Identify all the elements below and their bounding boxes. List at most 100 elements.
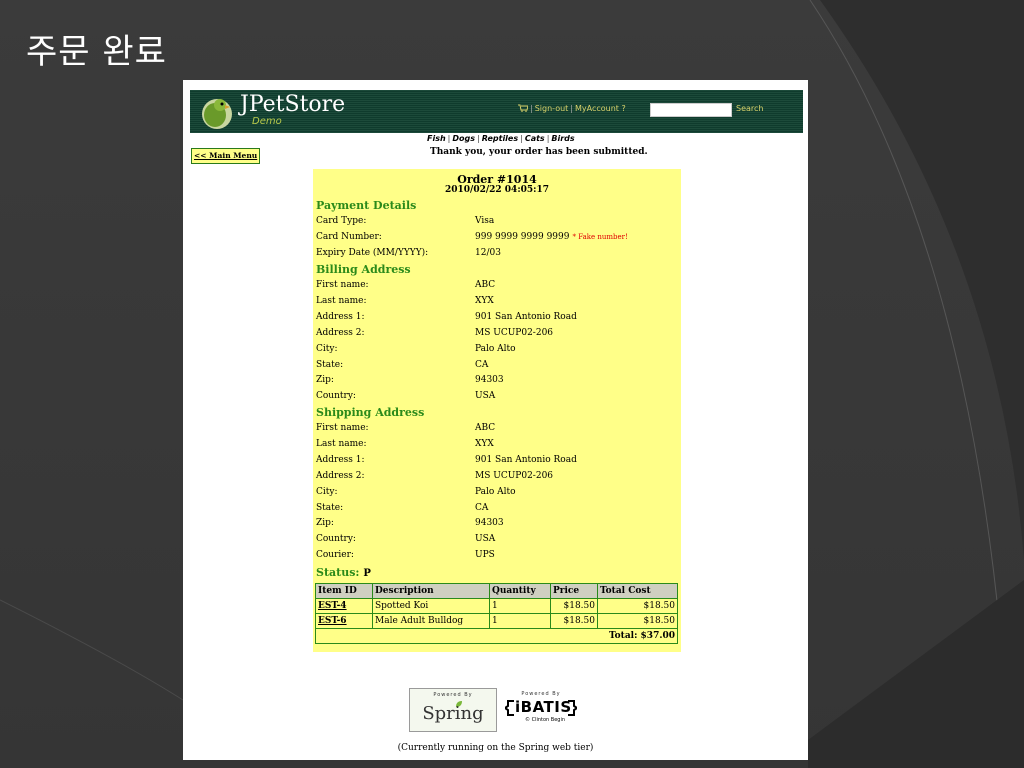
field-value: MS UCUP02-206 [475,328,554,338]
confirmation-message: Thank you, your order has been submitted… [430,147,648,157]
footer-note: (Currently running on the Spring web tie… [397,743,594,753]
field-value: XYX [475,296,494,306]
item-id-link[interactable]: EST-4 [315,598,373,614]
spring-wordmark: Spring [422,703,484,724]
shipping-row: Zip: 94303 [316,518,676,532]
shipping-row: City: Palo Alto [316,487,676,501]
shipping-row: Address 2: MS UCUP02-206 [316,471,676,485]
field-label: State: [316,503,344,513]
payment-row: Card Type: Visa [316,216,676,230]
my-account-link[interactable]: MyAccount [575,104,619,113]
column-header: Quantity [489,583,551,599]
search-input[interactable] [650,103,732,117]
field-value: XYX [475,439,494,449]
bracket-left-icon [505,700,514,716]
field-label: Card Number: [316,232,382,242]
item-price: $18.50 [550,598,598,614]
field-value: CA [475,503,489,513]
field-value: USA [475,391,496,401]
item-total-cost: $18.50 [597,598,678,614]
item-id-link[interactable]: EST-6 [315,613,373,629]
column-header: Item ID [315,583,373,599]
cart-icon[interactable] [518,104,528,112]
billing-row: City: Palo Alto [316,344,676,358]
ibatis-powered-by: Powered By [521,691,561,697]
quick-link-separator: | [520,134,523,143]
item-description: Male Adult Bulldog [372,613,490,629]
quick-link-dogs[interactable]: Dogs [452,134,475,143]
field-value: ABC [475,280,496,290]
ibatis-wordmark: iBATIS [515,698,572,716]
logo-title[interactable]: JPetStore [240,92,345,117]
spring-powered-by: Powered By [433,692,473,698]
billing-row: Zip: 94303 [316,375,676,389]
shipping-row: Country: USA [316,534,676,548]
header-separator: | [570,104,573,113]
header-links: | Sign-out | MyAccount ? [518,104,626,113]
column-header: Total Cost [597,583,678,599]
sign-out-link[interactable]: Sign-out [535,104,569,113]
field-value: 94303 [475,518,504,528]
quick-link-separator: | [447,134,451,143]
field-label: Address 2: [316,471,365,481]
field-label: Zip: [316,375,334,385]
item-total-cost: $18.50 [597,613,678,629]
shipping-row: Courier: UPS [316,550,676,564]
field-label: First name: [316,423,369,433]
order-total: Total: $37.00 [315,628,678,644]
column-header: Price [550,583,598,599]
field-label: Last name: [316,439,367,449]
field-label: Address 2: [316,328,365,338]
billing-row: Country: USA [316,391,676,405]
payment-row: Card Number: 999 9999 9999 9999 * Fake num… [316,232,676,246]
field-label: State: [316,360,344,370]
field-label: Card Type: [316,216,367,226]
field-value: USA [475,534,496,544]
payment-row: Expiry Date (MM/YYYY): 12/03 [316,248,676,262]
field-label: City: [316,344,338,354]
field-value: 901 San Antonio Road [475,455,577,465]
billing-row: Address 2: MS UCUP02-206 [316,328,676,342]
field-label: Zip: [316,518,334,528]
ibatis-copyright: © Clinton Begin [525,717,566,723]
item-price: $18.50 [550,613,598,629]
item-quantity: 1 [489,598,551,614]
quick-link-reptiles[interactable]: Reptiles [482,134,518,143]
order-date: 2010/02/22 04:05:17 [444,185,550,195]
header-separator: | [530,104,533,113]
search-button[interactable]: Search [736,104,763,113]
field-value: ABC [475,423,496,433]
field-value: UPS [475,550,495,560]
quick-link-separator: | [477,134,480,143]
main-menu-button[interactable]: << Main Menu [191,148,261,164]
spring-logo[interactable]: Powered By Spring [409,688,497,732]
field-label: Expiry Date (MM/YYYY): [316,248,429,258]
quick-link-birds[interactable]: Birds [551,134,574,143]
parrot-logo-icon[interactable] [200,94,234,130]
column-header: Description [372,583,490,599]
payment-details-title: Payment Details [316,199,417,212]
field-label: First name: [316,280,369,290]
billing-row: Address 1: 901 San Antonio Road [316,312,676,326]
quick-link-fish[interactable]: Fish [427,134,446,143]
category-quick-links: Fish | Dogs | Reptiles | Cats | Birds [427,134,575,143]
field-value: 901 San Antonio Road [475,312,577,322]
billing-address-title: Billing Address [316,263,411,276]
order-status: Status: P [316,566,371,579]
order-items-table: Item ID Description Quantity Price Total… [315,583,678,644]
field-value: MS UCUP02-206 [475,471,554,481]
item-quantity: 1 [489,613,551,629]
field-value: Palo Alto [475,344,516,354]
table-header-row: Item ID Description Quantity Price Total… [315,583,678,599]
table-row: EST-6 Male Adult Bulldog 1 $18.50 $18.50 [315,613,678,629]
quick-link-cats[interactable]: Cats [525,134,545,143]
field-label: City: [316,487,338,497]
field-value: Visa [475,216,495,226]
shipping-row: State: CA [316,503,676,517]
shipping-row: Address 1: 901 San Antonio Road [316,455,676,469]
help-link[interactable]: ? [621,104,625,113]
field-value: 94303 [475,375,504,385]
status-label: Status: [316,566,360,579]
ibatis-logo[interactable]: Powered By iBATIS © Clinton Begin [505,688,577,730]
table-row: EST-4 Spotted Koi 1 $18.50 $18.50 [315,598,678,614]
